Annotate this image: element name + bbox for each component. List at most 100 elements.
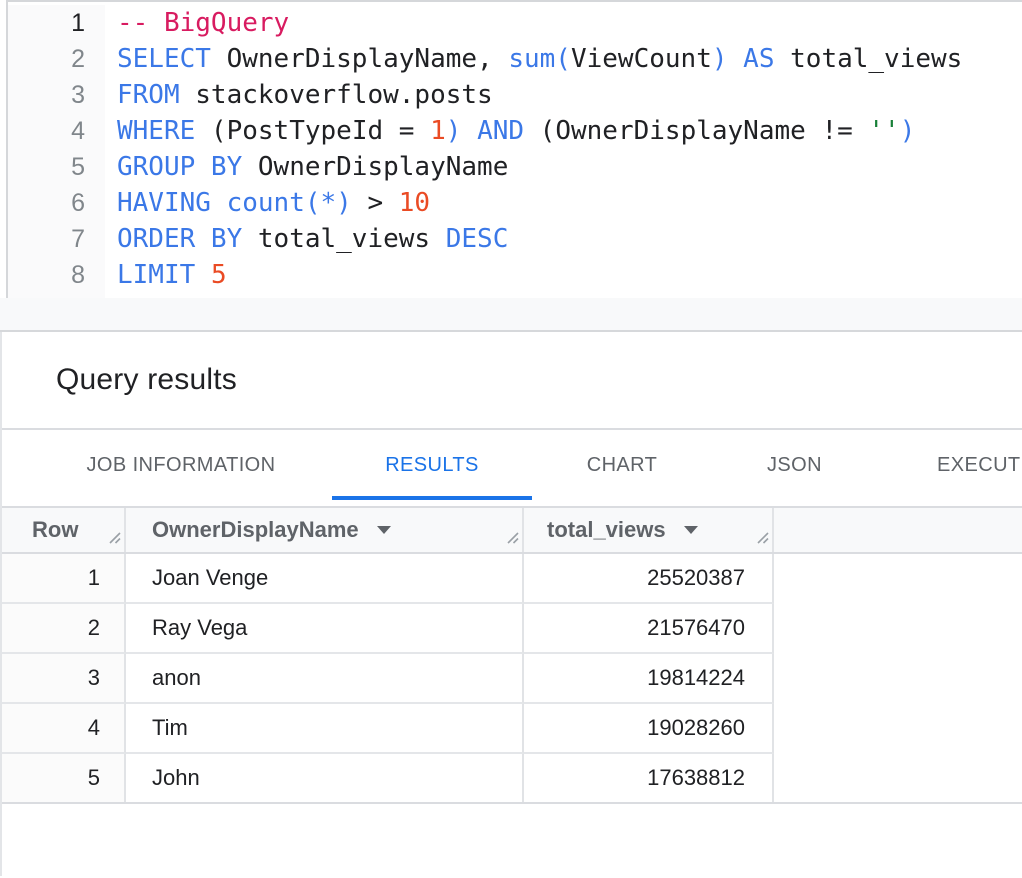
column-label: Row	[32, 517, 78, 543]
column-resize-handle-icon[interactable]	[505, 524, 519, 550]
owner-cell[interactable]: Joan Venge	[126, 554, 524, 604]
code-token: SELECT	[117, 44, 211, 74]
code-token: total_views	[242, 224, 446, 254]
owner-cell[interactable]: Tim	[126, 704, 524, 754]
code-token: AS	[743, 44, 774, 74]
code-token: OwnerDisplayName	[242, 152, 508, 182]
editor-gutter: 12345678	[8, 5, 105, 298]
views-cell[interactable]: 19814224	[524, 654, 774, 704]
code-token: ViewCount	[571, 44, 712, 74]
code-token: stackoverflow.posts	[180, 80, 493, 110]
code-token: total_views	[774, 44, 962, 74]
column-resize-handle-icon[interactable]	[755, 524, 769, 550]
line-number: 6	[8, 185, 85, 221]
code-token: -- BigQuery	[117, 8, 289, 38]
row-number-cell[interactable]: 5	[2, 754, 126, 802]
filler-cell	[774, 654, 1022, 704]
line-number: 5	[8, 149, 85, 185]
code-token: 10	[399, 188, 430, 218]
code-token: OwnerDisplayName,	[211, 44, 508, 74]
column-header-row[interactable]: Row	[2, 508, 126, 552]
tab-chart[interactable]: CHART	[532, 430, 712, 500]
code-token: (PostTypeId =	[195, 116, 430, 146]
code-token: 5	[211, 260, 227, 290]
filler-cell	[774, 604, 1022, 654]
line-number: 2	[8, 41, 85, 77]
column-header-ownerdisplayname[interactable]: OwnerDisplayName	[126, 508, 524, 552]
code-token: sum(	[508, 44, 571, 74]
line-number: 4	[8, 113, 85, 149]
line-number: 3	[8, 77, 85, 113]
column-label: OwnerDisplayName	[152, 517, 359, 543]
code-token: FROM	[117, 80, 180, 110]
code-token: >	[352, 188, 399, 218]
code-token: 1	[430, 116, 446, 146]
code-token	[461, 116, 477, 146]
results-tabbar: JOB INFORMATION RESULTS CHART JSON EXECU…	[2, 428, 1022, 500]
column-resize-handle-icon[interactable]	[107, 524, 121, 550]
code-token: )	[446, 116, 462, 146]
code-line[interactable]: LIMIT 5	[117, 257, 1022, 293]
line-number: 1	[8, 5, 85, 41]
code-token: ORDER BY	[117, 224, 242, 254]
row-number-cell[interactable]: 3	[2, 654, 126, 704]
filler-cell	[774, 704, 1022, 754]
tab-execution-details[interactable]: EXECUTION DETAILS	[877, 430, 1022, 500]
code-token: (OwnerDisplayName !=	[524, 116, 868, 146]
code-line[interactable]: WHERE (PostTypeId = 1) AND (OwnerDisplay…	[117, 113, 1022, 149]
tab-json[interactable]: JSON	[712, 430, 877, 500]
row-number-cell[interactable]: 1	[2, 554, 126, 604]
table-row: 1 Joan Venge 25520387	[2, 554, 1022, 604]
code-token: )	[900, 116, 916, 146]
owner-cell[interactable]: John	[126, 754, 524, 802]
owner-cell[interactable]: Ray Vega	[126, 604, 524, 654]
row-number-cell[interactable]: 4	[2, 704, 126, 754]
code-token: DESC	[446, 224, 509, 254]
code-token: GROUP BY	[117, 152, 242, 182]
views-cell[interactable]: 19028260	[524, 704, 774, 754]
views-cell[interactable]: 17638812	[524, 754, 774, 802]
table-row: 4 Tim 19028260	[2, 704, 1022, 754]
column-header-filler	[774, 508, 1022, 552]
code-token: AND	[477, 116, 524, 146]
bigquery-results-page: 12345678 -- BigQuerySELECT OwnerDisplayN…	[0, 0, 1022, 878]
code-line[interactable]: HAVING count(*) > 10	[117, 185, 1022, 221]
page-title: Query results	[56, 363, 237, 397]
code-line[interactable]: ORDER BY total_views DESC	[117, 221, 1022, 257]
line-number: 8	[8, 257, 85, 293]
filler-cell	[774, 754, 1022, 802]
line-number: 7	[8, 221, 85, 257]
sql-editor[interactable]: 12345678 -- BigQuerySELECT OwnerDisplayN…	[6, 0, 1022, 298]
column-label: total_views	[547, 517, 666, 543]
panel-resizer[interactable]	[0, 298, 1022, 332]
views-cell[interactable]: 25520387	[524, 554, 774, 604]
tab-results[interactable]: RESULTS	[332, 430, 532, 500]
table-row: 3 anon 19814224	[2, 654, 1022, 704]
code-token: LIMIT	[117, 260, 195, 290]
code-token: ''	[868, 116, 899, 146]
table-row: 5 John 17638812	[2, 754, 1022, 804]
column-dropdown-icon[interactable]	[684, 526, 698, 534]
column-header-total-views[interactable]: total_views	[524, 508, 774, 552]
code-token	[211, 188, 227, 218]
results-header: Query results	[2, 332, 1022, 428]
code-token: WHERE	[117, 116, 195, 146]
code-line[interactable]: SELECT OwnerDisplayName, sum(ViewCount) …	[117, 41, 1022, 77]
views-cell[interactable]: 21576470	[524, 604, 774, 654]
code-line[interactable]: GROUP BY OwnerDisplayName	[117, 149, 1022, 185]
code-line[interactable]: -- BigQuery	[117, 5, 1022, 41]
column-dropdown-icon[interactable]	[377, 526, 391, 534]
owner-cell[interactable]: anon	[126, 654, 524, 704]
code-area[interactable]: -- BigQuerySELECT OwnerDisplayName, sum(…	[105, 5, 1022, 298]
code-line[interactable]: FROM stackoverflow.posts	[117, 77, 1022, 113]
query-results-panel: Query results JOB INFORMATION RESULTS CH…	[0, 332, 1022, 876]
code-token	[728, 44, 744, 74]
filler-cell	[774, 554, 1022, 604]
code-token	[195, 260, 211, 290]
code-token: count(*)	[227, 188, 352, 218]
tab-job-information[interactable]: JOB INFORMATION	[30, 430, 332, 500]
row-number-cell[interactable]: 2	[2, 604, 126, 654]
table-row: 2 Ray Vega 21576470	[2, 604, 1022, 654]
code-token: HAVING	[117, 188, 211, 218]
results-table: Row OwnerDisplayName total_views	[2, 506, 1022, 804]
